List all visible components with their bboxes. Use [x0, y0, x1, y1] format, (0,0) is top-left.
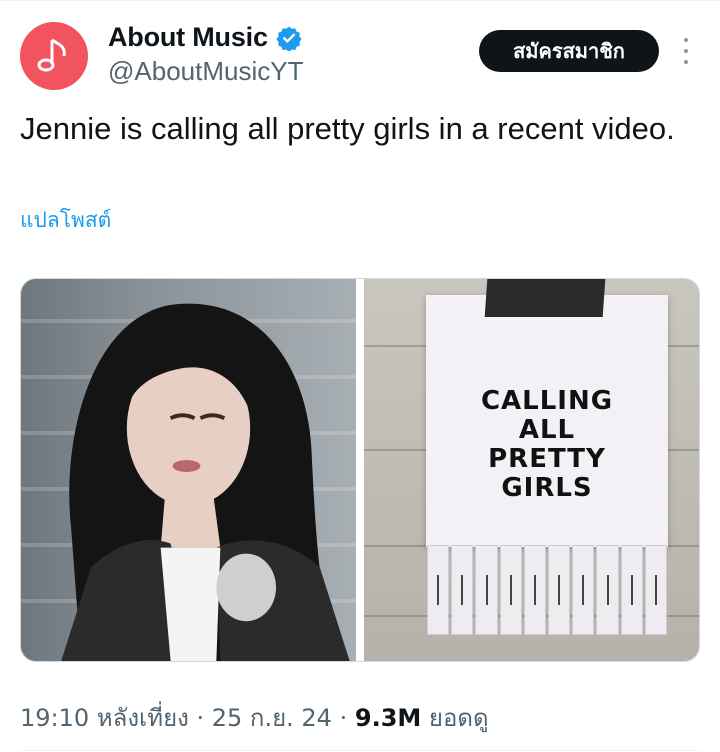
tweet-text: Jennie is calling all pretty girls in a …	[20, 111, 675, 146]
views-label: ยอดดู	[428, 704, 489, 732]
media-photo-portrait[interactable]	[21, 279, 356, 661]
tweet-metadata: 19:10 หลังเที่ยง · 25 ก.ย. 24 · 9.3M ยอด…	[20, 698, 489, 737]
calling-all-pretty-girls-poster: CALLING ALL PRETTY GIRLS	[426, 295, 668, 547]
tweet-time[interactable]: 19:10 หลังเที่ยง	[20, 704, 189, 732]
tear-off-tabs	[426, 545, 668, 635]
views-count: 9.3M	[354, 704, 422, 732]
avatar[interactable]	[20, 22, 88, 90]
person-figure-image	[61, 303, 350, 661]
tape-strip	[484, 279, 606, 317]
meta-separator: ·	[196, 704, 205, 732]
more-vertical-icon[interactable]	[676, 38, 696, 64]
media-grid: CALLING ALL PRETTY GIRLS	[20, 278, 700, 662]
translate-post-link[interactable]: แปลโพสต์	[20, 204, 111, 237]
media-photo-poster[interactable]: CALLING ALL PRETTY GIRLS	[364, 279, 699, 661]
author-display-name[interactable]: About Music	[108, 22, 268, 53]
top-divider	[0, 0, 720, 1]
author-name-row[interactable]: About Music	[108, 22, 302, 53]
meta-separator: ·	[339, 704, 348, 732]
tweet-date[interactable]: 25 ก.ย. 24	[212, 704, 332, 732]
music-note-icon	[37, 38, 66, 72]
subscribe-button[interactable]: สมัครสมาชิก	[479, 30, 659, 72]
bottom-divider	[20, 750, 700, 751]
poster-text: CALLING ALL PRETTY GIRLS	[480, 386, 614, 503]
verified-badge-icon	[276, 26, 302, 51]
author-handle[interactable]: @AboutMusicYT	[108, 56, 303, 87]
